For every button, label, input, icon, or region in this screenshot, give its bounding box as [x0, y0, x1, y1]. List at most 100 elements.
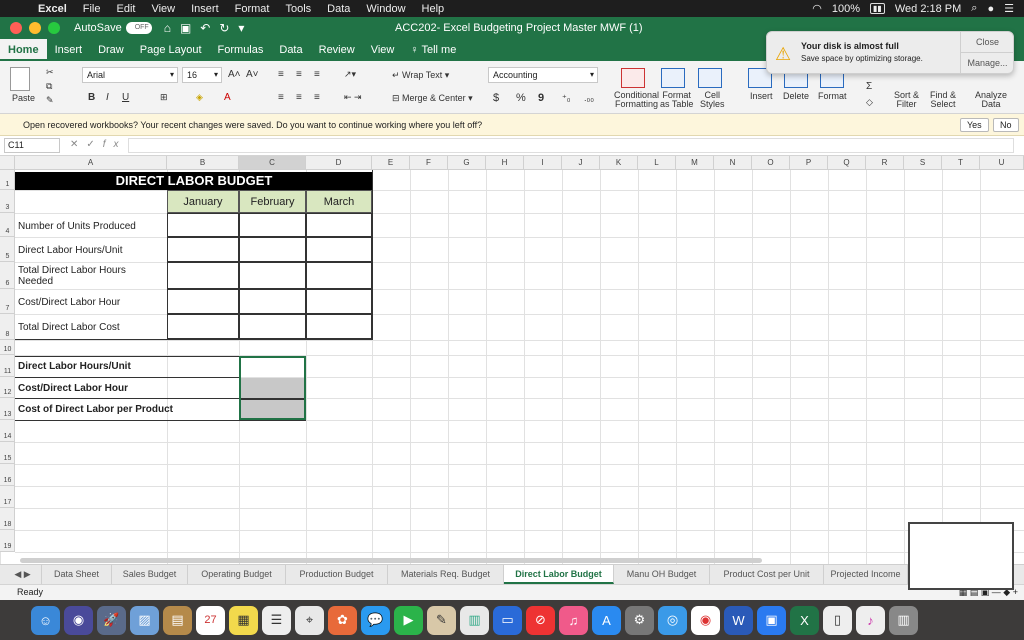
column-header-i[interactable]: I [524, 156, 562, 170]
excel-icon[interactable]: X [790, 605, 819, 635]
month-header-february[interactable]: February [239, 190, 306, 213]
column-header-b[interactable]: B [167, 156, 239, 170]
name-box[interactable]: C11 [4, 138, 60, 153]
menu-format[interactable]: Format [227, 3, 278, 15]
row-header-1[interactable]: 1 [0, 170, 15, 190]
menu-tools[interactable]: Tools [277, 3, 319, 15]
siri-icon[interactable]: ● [987, 3, 994, 15]
calendar-icon[interactable]: 27 [196, 605, 225, 635]
increase-font-icon[interactable]: A˄ [228, 69, 241, 80]
bold-button[interactable]: B [88, 92, 95, 103]
align-top-icon[interactable]: ≡ [278, 69, 284, 80]
column-header-e[interactable]: E [372, 156, 410, 170]
column-header-d[interactable]: D [306, 156, 372, 170]
home-icon[interactable]: ⌂ [164, 21, 171, 35]
column-header-c[interactable]: C [239, 156, 306, 170]
autosave-toggle[interactable]: OFF [125, 22, 152, 34]
paste-icon[interactable] [10, 67, 30, 91]
label-total-hours-needed[interactable]: Total Direct Labor Hours Needed [18, 265, 138, 287]
battery-icon[interactable]: ▮▮ [870, 3, 885, 14]
tab-tell-me[interactable]: ♀ Tell me [402, 39, 464, 61]
label-summary-hours-per-unit[interactable]: Direct Labor Hours/Unit [18, 361, 131, 372]
zoom-window-icon[interactable] [48, 22, 60, 34]
customize-toolbar-icon[interactable]: ▾ [238, 21, 244, 35]
sheet-nav-arrows[interactable]: ◀ ▶ [4, 565, 42, 584]
autosum-icon[interactable]: Σ [866, 81, 872, 92]
sheet-tab-operating-budget[interactable]: Operating Budget [188, 565, 286, 584]
cell-styles-button[interactable]: Cell Styles [700, 91, 725, 109]
minimize-window-icon[interactable] [29, 22, 41, 34]
row-header-7[interactable]: 7 [0, 289, 15, 314]
safari-icon[interactable]: ◎ [658, 605, 687, 635]
menu-app-name[interactable]: Excel [30, 3, 75, 15]
cell-d7[interactable] [306, 289, 372, 314]
chrome-icon[interactable]: ◉ [691, 605, 720, 635]
label-hours-per-unit[interactable]: Direct Labor Hours/Unit [18, 245, 122, 256]
column-header-q[interactable]: Q [828, 156, 866, 170]
cell-c4[interactable] [239, 213, 306, 237]
photos-icon[interactable]: ✿ [328, 605, 357, 635]
cell-b7[interactable] [167, 289, 239, 314]
sheet-tab-data-sheet[interactable]: Data Sheet [42, 565, 112, 584]
font-size-select[interactable]: 16 ▾ [182, 67, 222, 83]
row-header-11[interactable]: 11 [0, 355, 15, 377]
cell-d8[interactable] [306, 314, 372, 339]
sheet-tab-sales-budget[interactable]: Sales Budget [112, 565, 188, 584]
month-header-january[interactable]: January [167, 190, 239, 213]
notification-close-button[interactable]: Close [960, 32, 1014, 53]
row-header-13[interactable]: 13 [0, 398, 15, 420]
copy-icon[interactable]: ⧉ [46, 81, 52, 92]
music-icon[interactable]: ♫ [559, 605, 588, 635]
document-icon[interactable]: ▯ [823, 605, 852, 635]
word-icon[interactable]: W [724, 605, 753, 635]
column-header-h[interactable]: H [486, 156, 524, 170]
format-as-table-button[interactable]: Format as Table [660, 91, 693, 109]
system-preferences-icon[interactable]: ⚙ [625, 605, 654, 635]
column-header-m[interactable]: M [676, 156, 714, 170]
spotlight-icon[interactable]: ⌕ [971, 2, 977, 15]
decrease-font-icon[interactable]: A˅ [246, 69, 259, 80]
paste-label[interactable]: Paste [12, 93, 35, 103]
conditional-formatting-icon[interactable] [621, 68, 645, 88]
format-cells-button[interactable]: Format [818, 91, 847, 101]
news-icon[interactable]: ⊘ [526, 605, 555, 635]
tab-insert[interactable]: Insert [47, 39, 91, 61]
font-color-icon[interactable]: A [224, 92, 231, 103]
sheet-tab-product-cost[interactable]: Product Cost per Unit [710, 565, 824, 584]
sheet-tab-manu-oh-budget[interactable]: Manu OH Budget [614, 565, 710, 584]
column-header-n[interactable]: N [714, 156, 752, 170]
sheet-tab-projected-income[interactable]: Projected Income [824, 565, 908, 584]
conditional-formatting-button[interactable]: Conditional Formatting [614, 91, 659, 109]
row-header-18[interactable]: 18 [0, 508, 15, 530]
column-header-s[interactable]: S [904, 156, 942, 170]
cell-c5[interactable] [239, 237, 306, 262]
format-painter-icon[interactable]: ✎ [46, 95, 54, 106]
wrap-text-button[interactable]: ↵ Wrap Text ▾ [392, 70, 449, 81]
row-header-16[interactable]: 16 [0, 464, 15, 486]
row-header-17[interactable]: 17 [0, 486, 15, 508]
recovery-yes-button[interactable]: Yes [960, 118, 989, 132]
cell-b4[interactable] [167, 213, 239, 237]
horizontal-scrollbar[interactable] [20, 558, 762, 563]
align-right-icon[interactable]: ≡ [314, 92, 320, 103]
cell-styles-icon[interactable] [698, 68, 722, 88]
insert-cells-button[interactable]: Insert [750, 91, 773, 101]
font-name-select[interactable]: Arial ▾ [82, 67, 178, 83]
tab-formulas[interactable]: Formulas [210, 39, 272, 61]
align-left-icon[interactable]: ≡ [278, 92, 284, 103]
menu-data[interactable]: Data [319, 3, 358, 15]
label-units-produced[interactable]: Number of Units Produced [18, 221, 136, 232]
recovery-no-button[interactable]: No [993, 118, 1019, 132]
tab-review[interactable]: Review [311, 39, 363, 61]
fx-label[interactable]: fx [103, 139, 127, 150]
menu-insert[interactable]: Insert [183, 3, 227, 15]
tab-draw[interactable]: Draw [90, 39, 132, 61]
row-header-5[interactable]: 5 [0, 237, 15, 262]
zoom-icon[interactable]: ▣ [757, 605, 786, 635]
column-header-p[interactable]: P [790, 156, 828, 170]
column-header-t[interactable]: T [942, 156, 980, 170]
column-header-f[interactable]: F [410, 156, 448, 170]
cell-d6[interactable] [306, 262, 372, 289]
borders-icon[interactable]: ⊞ [160, 92, 168, 103]
orientation-icon[interactable]: ↗▾ [344, 69, 356, 80]
